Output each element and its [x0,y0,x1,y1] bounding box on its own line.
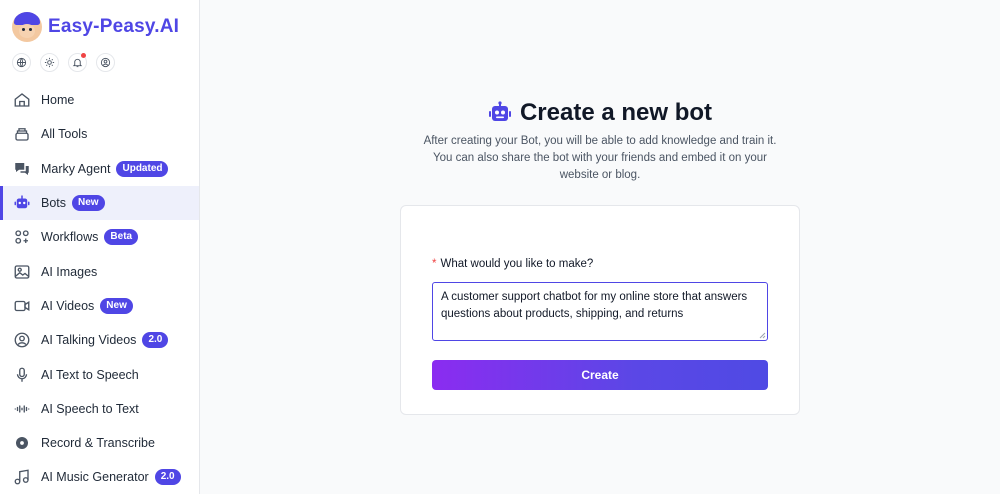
sidebar-item-label: Marky Agent [41,161,111,176]
main-content: Create a new bot After creating your Bot… [200,0,1000,494]
sidebar-item-label: Record & Transcribe [41,436,155,451]
user-circle-icon[interactable] [96,53,115,72]
status-badge: Updated [116,160,169,177]
sidebar-item-ai-music-generator[interactable]: AI Music Generator 2.0 [0,460,199,494]
microphone-icon [12,365,32,385]
page-header: Create a new bot [200,99,1000,127]
status-badge: 2.0 [142,332,169,349]
avatar-icon [12,330,32,350]
robot-icon [488,101,512,125]
record-icon [12,433,32,453]
layers-icon [12,124,32,144]
sidebar-item-label: AI Videos [41,298,95,313]
required-marker: * [432,258,437,270]
sidebar-item-label: AI Music Generator [41,470,149,485]
sidebar-item-ai-videos[interactable]: AI Videos New [0,289,199,323]
sidebar-item-label: Bots [41,196,67,211]
status-badge: New [100,297,133,314]
waveform-icon [12,399,32,419]
sidebar-item-label: AI Images [41,264,98,279]
prompt-label-text: What would you like to make? [440,258,594,270]
sidebar-item-all-tools[interactable]: All Tools [0,117,199,151]
sidebar-item-marky-agent[interactable]: Marky Agent Updated [0,152,199,186]
create-button[interactable]: Create [432,360,768,390]
globe-icon[interactable] [12,53,31,72]
home-icon [12,90,32,110]
sidebar-item-home[interactable]: Home [0,83,199,117]
sidebar-item-label: AI Speech to Text [41,401,139,416]
sidebar-item-workflows[interactable]: Workflows Beta [0,220,199,254]
page-title: Create a new bot [519,99,713,126]
resize-grip-icon[interactable] [759,332,766,339]
prompt-label: * What would you like to make? [432,258,593,270]
header-icon-row [12,53,115,72]
sidebar-item-record-transcribe[interactable]: Record & Transcribe [0,426,199,460]
sidebar: Easy-Peasy.AI Home All Tools Marky Agent [0,0,200,494]
status-badge: 2.0 [154,469,181,486]
create-bot-card: * What would you like to make? A customer… [400,205,800,415]
sidebar-item-label: Workflows [41,230,99,245]
brand[interactable]: Easy-Peasy.AI [12,12,179,42]
sidebar-item-ai-talking-videos[interactable]: AI Talking Videos 2.0 [0,323,199,357]
chat-icon [12,159,32,179]
brand-logo [12,12,42,42]
notification-dot [81,53,86,58]
sun-icon[interactable] [40,53,59,72]
sidebar-item-label: Home [41,93,75,108]
bell-icon[interactable] [68,53,87,72]
robot-icon [12,193,32,213]
page-subtitle: After creating your Bot, you will be abl… [423,135,777,181]
sidebar-item-ai-images[interactable]: AI Images [0,254,199,288]
sidebar-item-bots[interactable]: Bots New [0,185,199,221]
sidebar-item-ai-speech-to-text[interactable]: AI Speech to Text [0,392,199,426]
sidebar-item-ai-text-to-speech[interactable]: AI Text to Speech [0,357,199,391]
status-badge: Beta [104,229,139,246]
workflow-icon [12,227,32,247]
sidebar-item-label: AI Talking Videos [41,333,137,348]
music-icon [12,467,32,487]
status-badge: New [72,195,105,212]
video-icon [12,296,32,316]
sidebar-item-label: All Tools [41,127,88,142]
bot-description-input[interactable]: A customer support chatbot for my online… [432,282,768,341]
sidebar-nav: Home All Tools Marky Agent Updated Bots … [0,83,199,494]
sidebar-item-label: AI Text to Speech [41,367,139,382]
image-icon [12,262,32,282]
brand-name: Easy-Peasy.AI [48,16,180,37]
